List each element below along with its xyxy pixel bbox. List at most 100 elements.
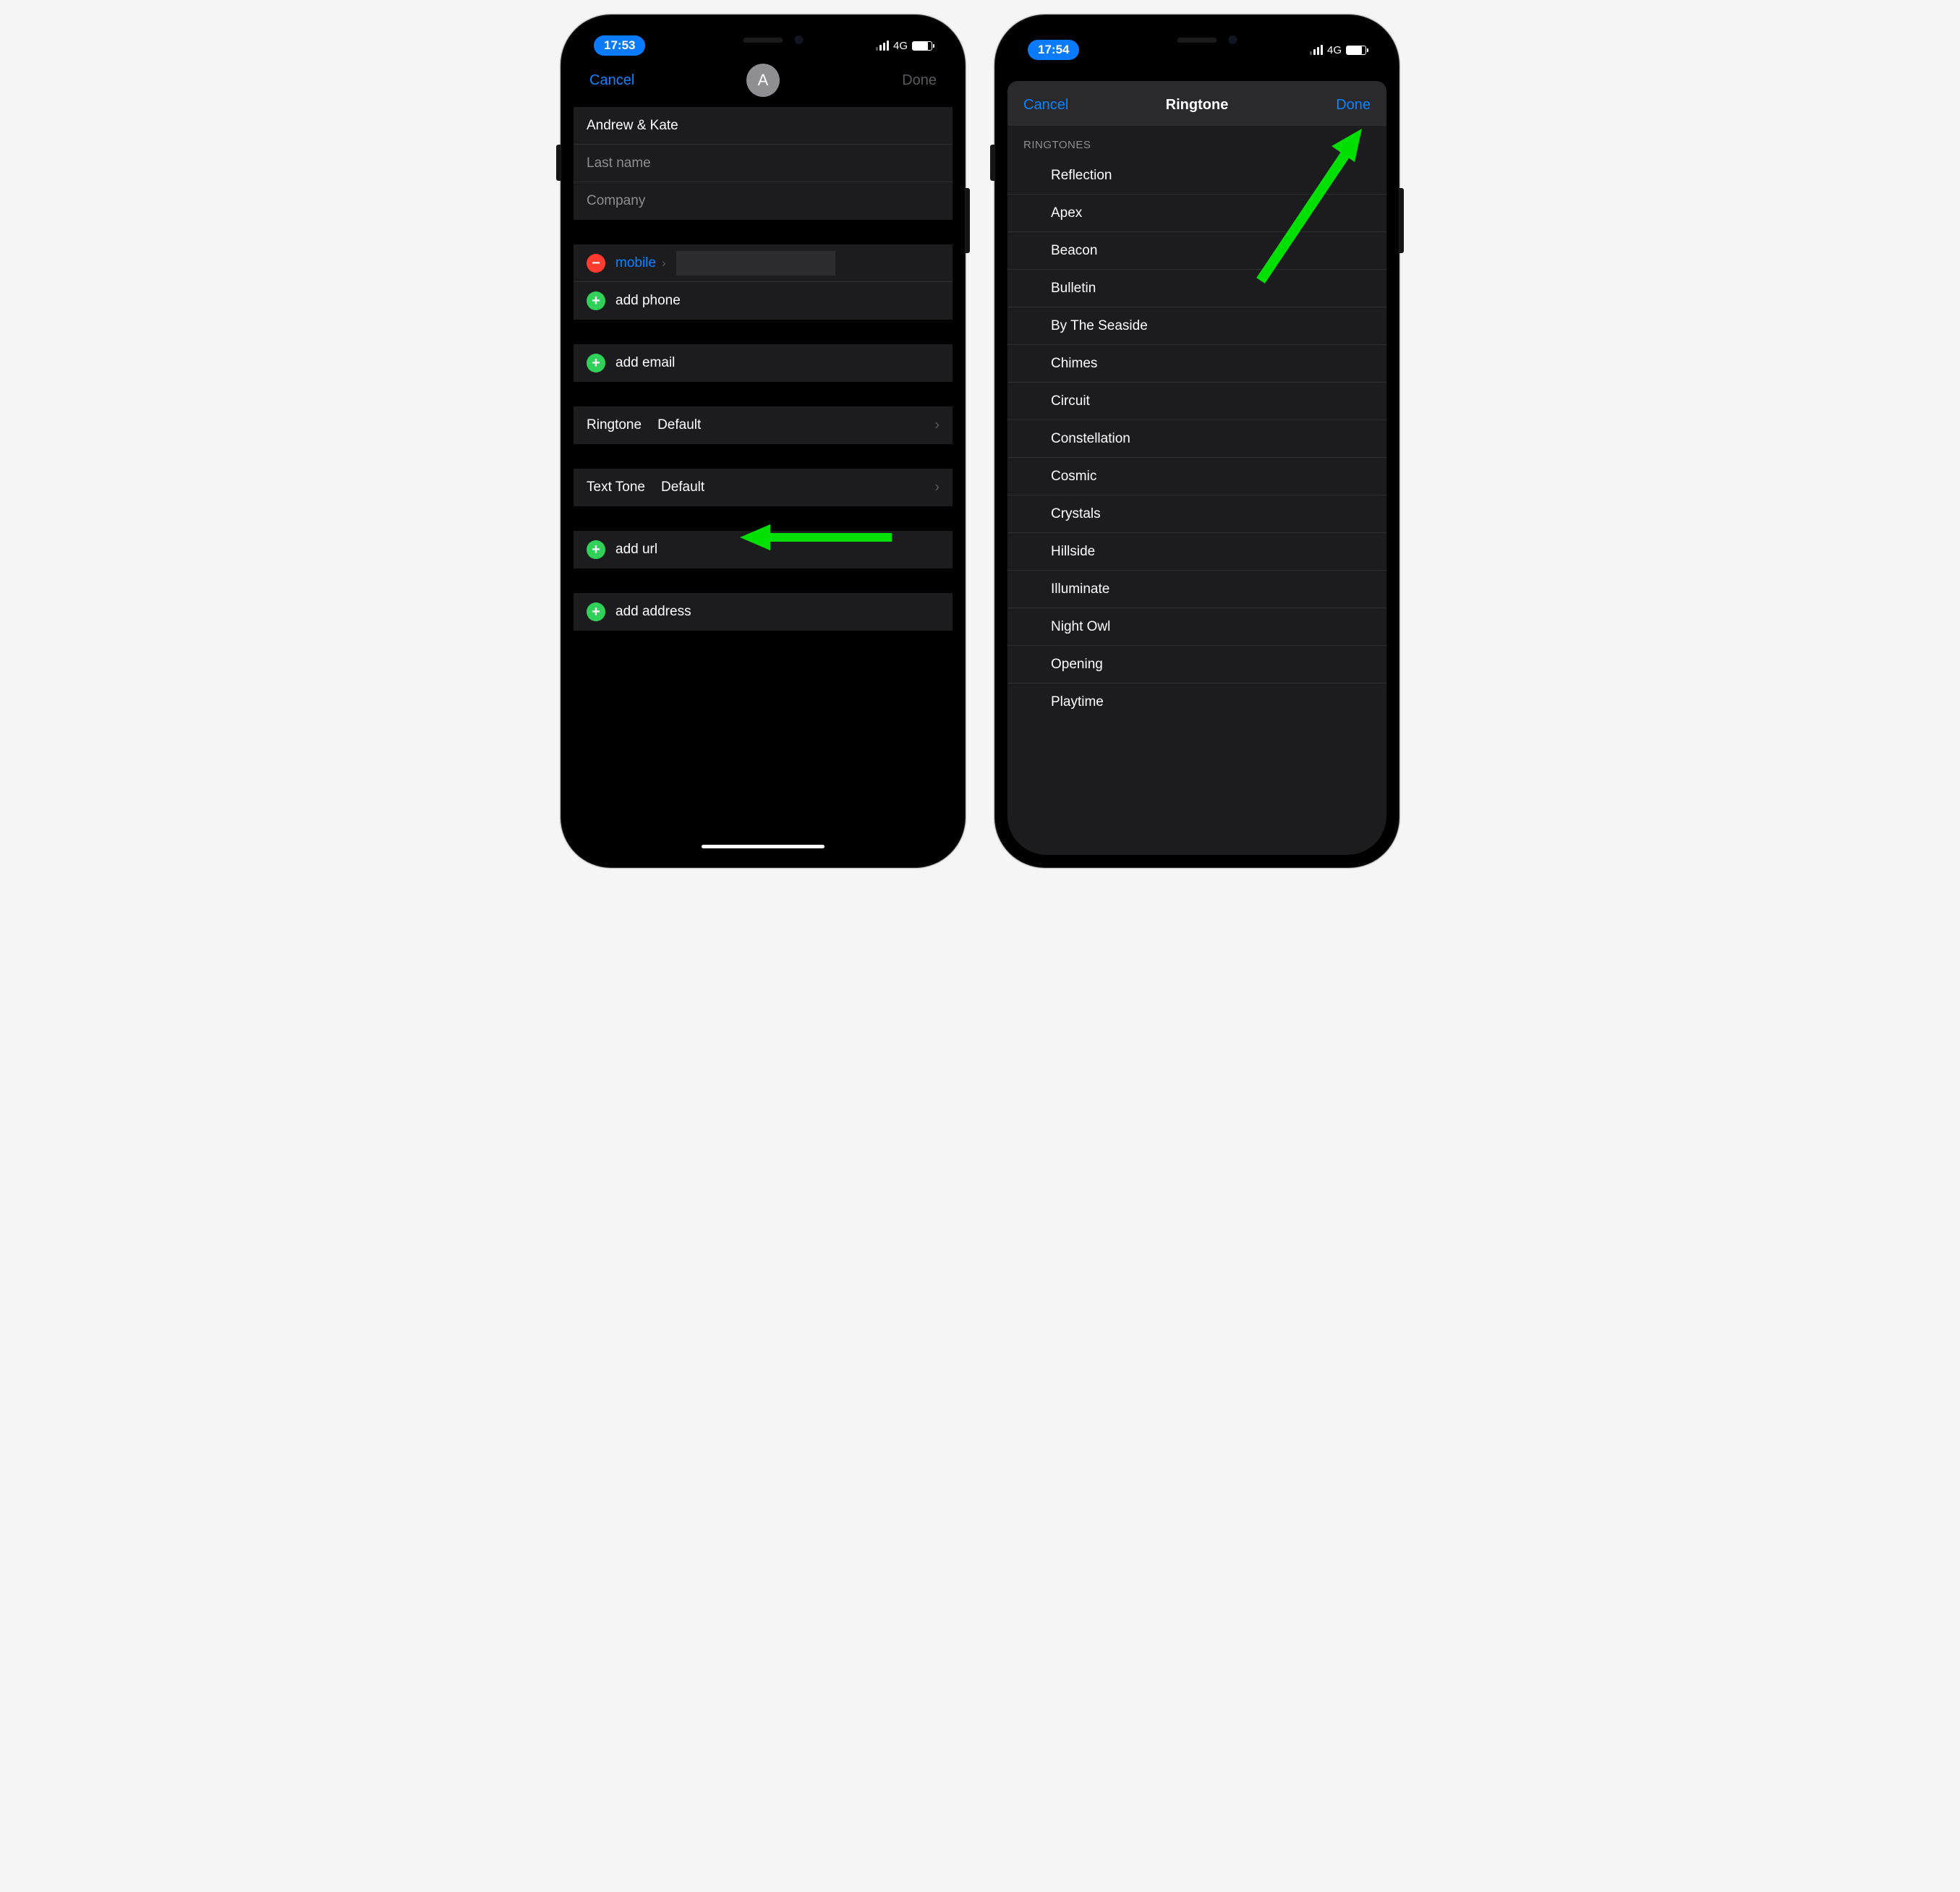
ringtone-item-label: Illuminate [1051, 581, 1109, 597]
front-camera [1229, 35, 1237, 44]
ringtone-item-label: Chimes [1051, 356, 1097, 372]
ringtone-item-label: Hillside [1051, 544, 1095, 560]
first-name-input[interactable] [587, 118, 939, 134]
ringtone-item[interactable]: Bulletin [1007, 270, 1386, 307]
add-phone-row[interactable]: + add phone [574, 282, 953, 320]
add-address-row[interactable]: + add address [574, 593, 953, 631]
ringtone-item-label: Opening [1051, 657, 1103, 673]
add-email-label: add email [615, 355, 675, 371]
ringtone-value: Default [657, 417, 701, 433]
ringtone-item[interactable]: Hillside [1007, 533, 1386, 571]
network-label: 4G [893, 40, 908, 52]
ringtone-item-label: Crystals [1051, 506, 1101, 522]
ringtone-item-label: Reflection [1051, 168, 1112, 184]
ringtone-item[interactable]: Circuit [1007, 383, 1386, 420]
url-group: + add url [574, 531, 953, 568]
status-time: 17:54 [1028, 40, 1079, 60]
address-group: + add address [574, 593, 953, 631]
first-name-row[interactable] [574, 107, 953, 145]
ringtone-item-label: By The Seaside [1051, 318, 1148, 334]
ringtone-row[interactable]: Ringtone Default › [574, 406, 953, 444]
phone-number-redacted[interactable] [676, 251, 835, 276]
remove-phone-icon[interactable]: − [587, 254, 605, 273]
last-name-input[interactable] [587, 155, 939, 171]
company-input[interactable] [587, 193, 939, 209]
texttone-label: Text Tone [587, 480, 645, 495]
notch [678, 27, 848, 52]
chevron-right-icon: › [934, 480, 939, 496]
edit-navbar: Cancel A Done [574, 64, 953, 103]
ringtone-item[interactable]: Cosmic [1007, 458, 1386, 495]
battery-icon [912, 41, 932, 51]
chevron-right-icon: › [662, 256, 666, 270]
ringtone-title: Ringtone [1166, 97, 1229, 114]
ringtone-item-label: Beacon [1051, 243, 1097, 259]
ringtone-item[interactable]: Night Owl [1007, 608, 1386, 646]
add-url-row[interactable]: + add url [574, 531, 953, 568]
ringtone-item-label: Playtime [1051, 694, 1104, 710]
ringtone-item-label: Apex [1051, 205, 1082, 221]
ringtone-item[interactable]: Reflection [1007, 157, 1386, 195]
ringtone-label: Ringtone [587, 417, 642, 433]
add-address-label: add address [615, 604, 691, 620]
phone-group: − mobile › + add phone [574, 244, 953, 320]
ringtone-item[interactable]: Opening [1007, 646, 1386, 683]
cancel-button[interactable]: Cancel [589, 72, 647, 89]
speaker [1177, 38, 1217, 43]
done-button[interactable]: Done [1313, 97, 1371, 114]
email-group: + add email [574, 344, 953, 382]
ringtone-item-label: Night Owl [1051, 619, 1110, 635]
ringtone-item[interactable]: Illuminate [1007, 571, 1386, 608]
ringtones-header: RINGTONES [1007, 126, 1386, 157]
phone-type[interactable]: mobile [615, 255, 656, 271]
modal-backdrop: 17:54 4G Cancel Ringtone Done RINGTONES … [1007, 27, 1386, 855]
status-right: 4G [1310, 44, 1366, 56]
done-button[interactable]: Done [879, 72, 937, 89]
add-icon[interactable]: + [587, 602, 605, 621]
network-label: 4G [1327, 44, 1342, 56]
add-url-label: add url [615, 542, 657, 558]
texttone-group: Text Tone Default › [574, 469, 953, 506]
ringtone-item[interactable]: Apex [1007, 195, 1386, 232]
cancel-button[interactable]: Cancel [1023, 97, 1081, 114]
status-time: 17:53 [594, 35, 645, 56]
ringtone-item[interactable]: Beacon [1007, 232, 1386, 270]
add-email-row[interactable]: + add email [574, 344, 953, 382]
phone-row[interactable]: − mobile › [574, 244, 953, 282]
ringtone-item[interactable]: By The Seaside [1007, 307, 1386, 345]
ringtone-item-label: Constellation [1051, 431, 1130, 447]
status-right: 4G [876, 40, 932, 52]
screen-edit-contact: 17:53 4G Cancel A Done − [574, 27, 953, 855]
ringtone-item[interactable]: Constellation [1007, 420, 1386, 458]
add-icon[interactable]: + [587, 354, 605, 372]
front-camera [795, 35, 804, 44]
speaker [743, 38, 783, 43]
name-group [574, 107, 953, 220]
phone-right: 17:54 4G Cancel Ringtone Done RINGTONES … [994, 14, 1399, 868]
screen-ringtone-picker: 17:54 4G Cancel Ringtone Done RINGTONES … [1007, 27, 1386, 855]
battery-icon [1346, 46, 1366, 55]
ringtone-item-label: Bulletin [1051, 281, 1096, 297]
add-icon[interactable]: + [587, 291, 605, 310]
ringtones-list[interactable]: Reflection Apex Beacon Bulletin By The Seasi… [1007, 157, 1386, 721]
ringtone-group: Ringtone Default › [574, 406, 953, 444]
texttone-value: Default [661, 480, 704, 495]
phone-left: 17:53 4G Cancel A Done − [561, 14, 966, 868]
company-row[interactable] [574, 182, 953, 220]
home-indicator[interactable] [702, 845, 825, 848]
add-phone-label: add phone [615, 293, 681, 309]
add-icon[interactable]: + [587, 540, 605, 559]
texttone-row[interactable]: Text Tone Default › [574, 469, 953, 506]
ringtone-item-label: Cosmic [1051, 469, 1096, 485]
ringtone-item[interactable]: Chimes [1007, 345, 1386, 383]
ringtone-item-label: Circuit [1051, 393, 1090, 409]
notch [1112, 27, 1282, 52]
signal-icon [1310, 45, 1323, 55]
contact-avatar[interactable]: A [746, 64, 780, 97]
chevron-right-icon: › [934, 417, 939, 434]
signal-icon [876, 41, 889, 51]
last-name-row[interactable] [574, 145, 953, 182]
ringtone-modal: Cancel Ringtone Done RINGTONES Reflectio… [1007, 81, 1386, 855]
ringtone-item[interactable]: Crystals [1007, 495, 1386, 533]
ringtone-item[interactable]: Playtime [1007, 683, 1386, 721]
